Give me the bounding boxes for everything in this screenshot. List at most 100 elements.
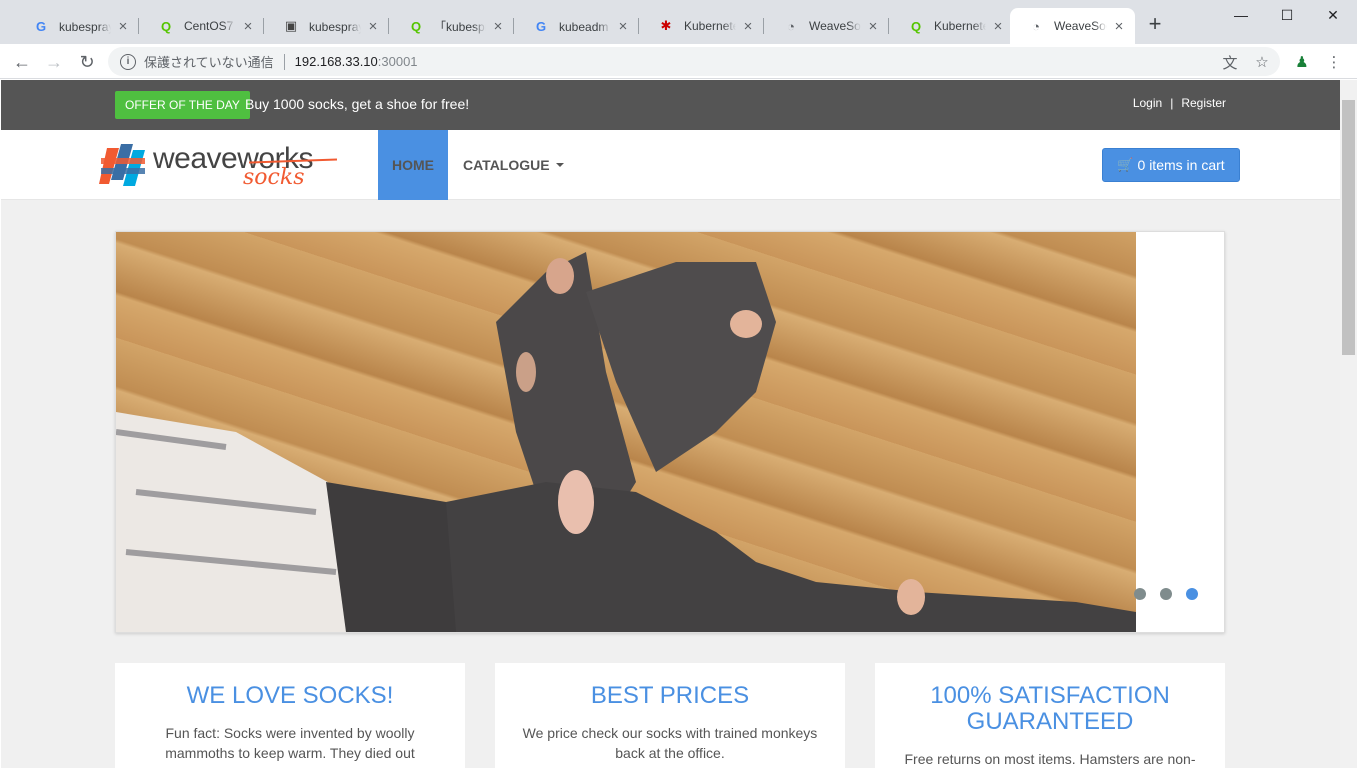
caret-down-icon [555, 163, 564, 167]
qiita-favicon-icon: Q [910, 18, 922, 34]
close-tab-icon[interactable]: × [240, 18, 256, 35]
close-tab-icon[interactable]: × [990, 18, 1006, 35]
close-window-icon[interactable]: ✕ [1310, 0, 1356, 30]
nav-catalogue-label: CATALOGUE [463, 157, 550, 173]
info-icon[interactable]: i [120, 53, 136, 70]
security-label: 保護されていない通信 [144, 55, 274, 70]
minimize-icon[interactable]: — [1218, 0, 1264, 30]
browser-tab[interactable]: Q CentOS7 ku × [140, 8, 264, 44]
google-favicon-icon: G [535, 18, 547, 34]
translate-icon[interactable]: 文 [1220, 52, 1240, 72]
close-tab-icon[interactable]: × [615, 18, 631, 35]
weave-favicon-icon: ◔ [1032, 18, 1040, 34]
carousel-dot[interactable] [1134, 588, 1146, 600]
feature-card: 100% SATISFACTION GUARANTEED Free returns… [875, 663, 1225, 768]
browser-tab[interactable]: ◔ WeaveSocks × [1010, 8, 1135, 44]
feature-card-title: WE LOVE SOCKS! [186, 682, 394, 709]
back-icon[interactable]: ← [8, 48, 36, 76]
tab-separator [138, 18, 139, 34]
browser-toolbar: ← → ↻ i 保護されていない通信 192.168.33.10:30001 文… [0, 44, 1357, 79]
logo-socks-text: socks [243, 165, 305, 190]
bookmark-star-icon[interactable]: ☆ [1252, 52, 1272, 72]
cart-button[interactable]: 🛒 0 items in cart [1102, 148, 1240, 182]
feature-cards: WE LOVE SOCKS! Fun fact: Socks were inven… [115, 663, 1225, 768]
openshift-favicon-icon: ✱ [660, 18, 672, 33]
maximize-icon[interactable]: ☐ [1264, 0, 1310, 30]
qiita-favicon-icon: Q [410, 18, 422, 34]
url-host: 192.168.33.10 [294, 54, 378, 69]
hatena-favicon-icon: ▣ [284, 18, 298, 33]
forward-icon[interactable]: → [40, 48, 68, 76]
main-navbar: weaveworks socks HOME CATALOGUE 🛒 0 item… [1, 130, 1340, 200]
hero-carousel [115, 231, 1225, 633]
tab-title: kubeadm で [559, 19, 611, 34]
feature-card-text: Fun fact: Socks were invented by woolly … [165, 725, 415, 768]
feature-card: BEST PRICES We price check our socks with… [495, 663, 845, 768]
feature-card: WE LOVE SOCKS! Fun fact: Socks were inven… [115, 663, 465, 768]
weave-favicon-icon: ◔ [787, 18, 795, 34]
close-tab-icon[interactable]: × [1111, 18, 1127, 35]
feature-card-text: We price check our socks with trained mo… [522, 725, 818, 761]
tab-title: WeaveSocks [809, 19, 861, 33]
google-favicon-icon: G [35, 18, 47, 34]
carousel-dot[interactable] [1186, 588, 1198, 600]
page-viewport: Offer of the day Buy 1000 socks, get a s… [1, 80, 1340, 768]
browser-tab[interactable]: Gkubesprayで × [15, 8, 139, 44]
tab-separator [638, 18, 639, 34]
tab-title: Kubernetes [684, 19, 736, 33]
nav-home[interactable]: HOME [378, 130, 448, 200]
close-tab-icon[interactable]: × [365, 18, 381, 35]
menu-kebab-icon[interactable]: ⋮ [1324, 52, 1344, 72]
page-scrollbar[interactable] [1340, 80, 1357, 768]
tab-separator [763, 18, 764, 34]
tab-separator [263, 18, 264, 34]
url-port: :30001 [377, 54, 418, 69]
feature-card-text: Free returns on most items. Hamsters are… [904, 751, 1196, 767]
tab-title: 「kubespray [434, 19, 486, 34]
tab-title: WeaveSocks [1054, 19, 1107, 33]
register-link[interactable]: Register [1181, 96, 1226, 110]
tab-title: kubesprayで [59, 19, 111, 34]
browser-tab[interactable]: Gkubeadm で × [515, 8, 639, 44]
qiita-favicon-icon: Q [160, 18, 172, 34]
feature-card-title: BEST PRICES [590, 682, 750, 709]
profile-icon[interactable]: ♟ [1292, 52, 1312, 72]
omnibox-divider [283, 53, 285, 70]
carousel-indicators [1134, 588, 1212, 600]
sock-photo-illustration [116, 252, 1136, 632]
address-bar[interactable]: i 保護されていない通信 192.168.33.10:30001 [108, 47, 1280, 76]
tab-title: Kubernetes [934, 19, 986, 33]
tab-strip: Gkubesprayで × Q CentOS7 ku × ▣ kubesprayを × Q 「ku… [0, 0, 1357, 44]
cart-label: 0 items in cart [1137, 157, 1225, 173]
tab-title: kubesprayを [309, 19, 361, 34]
weaveworks-socks-logo[interactable]: weaveworks socks [99, 138, 339, 194]
tab-title: CentOS7 ku [184, 19, 236, 33]
close-tab-icon[interactable]: × [490, 18, 506, 35]
browser-tab[interactable]: ▣ kubesprayを × [265, 8, 389, 44]
tab-separator [888, 18, 889, 34]
browser-tab[interactable]: ◔ WeaveSocks × [765, 8, 889, 44]
carousel-image [116, 232, 1136, 632]
nav-catalogue-dropdown[interactable]: CATALOGUE [463, 130, 564, 200]
tab-separator [513, 18, 514, 34]
tab-separator [388, 18, 389, 34]
account-links: Login | Register [1133, 96, 1226, 110]
offer-text[interactable]: Buy 1000 socks, get a shoe for free! [245, 96, 469, 112]
link-separator: | [1170, 96, 1174, 110]
carousel-dot[interactable] [1160, 588, 1172, 600]
offer-bar: Offer of the day Buy 1000 socks, get a s… [1, 80, 1340, 130]
scrollbar-thumb[interactable] [1342, 100, 1355, 355]
logo-mark-icon [99, 144, 145, 186]
offer-badge[interactable]: Offer of the day [115, 91, 250, 119]
shopping-cart-icon: 🛒 [1117, 157, 1134, 172]
new-tab-button[interactable]: + [1143, 12, 1167, 36]
login-link[interactable]: Login [1133, 96, 1162, 110]
browser-tab[interactable]: Q 「kubespray × [390, 8, 514, 44]
browser-tab[interactable]: ✱ Kubernetes × [640, 8, 764, 44]
close-tab-icon[interactable]: × [865, 18, 881, 35]
reload-icon[interactable]: ↻ [73, 48, 101, 76]
feature-card-title: 100% SATISFACTION GUARANTEED [930, 682, 1170, 735]
browser-tab[interactable]: Q Kubernetes × [890, 8, 1014, 44]
close-tab-icon[interactable]: × [740, 18, 756, 35]
close-tab-icon[interactable]: × [115, 18, 131, 35]
